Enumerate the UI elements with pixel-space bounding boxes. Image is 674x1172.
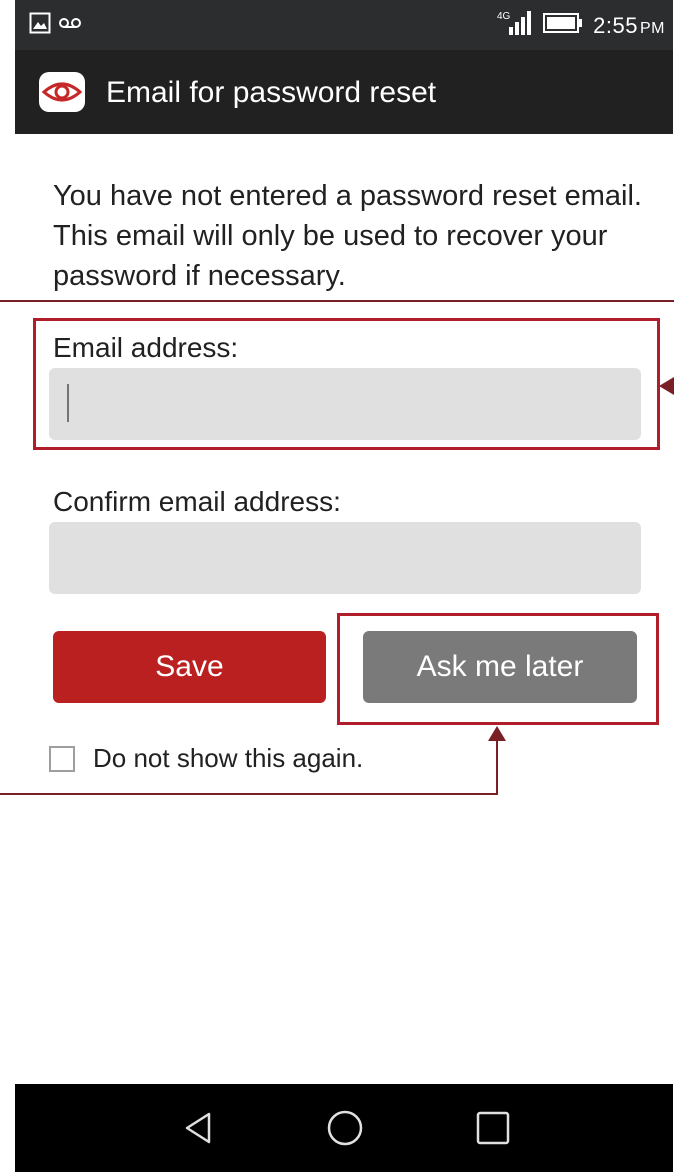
annotation-box-later — [337, 613, 659, 725]
battery-icon — [543, 12, 583, 39]
clock: 2:55 PM — [593, 13, 665, 39]
phone-screen: 4G 2:55 PM Email for password reset You … — [15, 0, 673, 1172]
clock-ampm: PM — [640, 19, 665, 37]
annotation-box-email — [33, 318, 660, 450]
save-button[interactable]: Save — [53, 631, 326, 703]
confirm-email-field[interactable] — [49, 522, 641, 594]
do-not-show-row[interactable]: Do not show this again. — [49, 743, 363, 774]
clock-time: 2:55 — [593, 12, 638, 38]
confirm-email-label: Confirm email address: — [53, 486, 341, 517]
home-icon[interactable] — [323, 1106, 367, 1150]
recents-icon[interactable] — [471, 1106, 515, 1150]
annotation-line-top — [0, 300, 674, 302]
network-type-label: 4G — [497, 11, 511, 22]
intro-text: You have not entered a password reset em… — [53, 180, 642, 292]
signal-icon: 4G — [497, 9, 533, 42]
do-not-show-checkbox[interactable] — [49, 745, 75, 772]
page-title: Email for password reset — [106, 76, 437, 109]
annotation-line-bottom — [0, 793, 498, 795]
image-icon — [29, 12, 51, 39]
annotation-arrow-email — [659, 377, 674, 400]
back-icon[interactable] — [177, 1106, 221, 1150]
do-not-show-label: Do not show this again. — [93, 743, 364, 773]
status-bar: 4G 2:55 PM — [15, 0, 673, 50]
app-bar: Email for password reset — [15, 50, 673, 134]
navigation-bar — [15, 1084, 673, 1172]
voicemail-icon — [59, 16, 81, 35]
annotation-line-vertical — [496, 740, 498, 795]
app-eye-icon — [39, 72, 85, 112]
